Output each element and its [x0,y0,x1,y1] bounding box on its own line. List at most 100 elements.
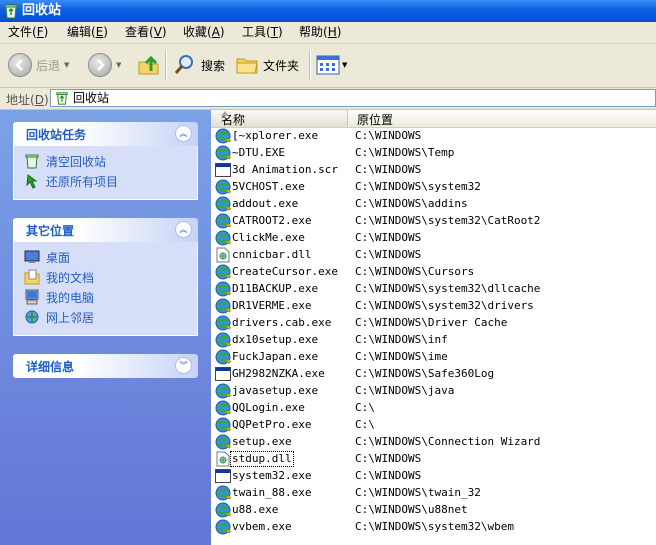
details-header[interactable]: 详细信息 ︾ [13,354,198,378]
file-original-location: C:\WINDOWS [355,469,422,482]
file-list[interactable]: 名称 原位置 [~xplorer.exe C:\WINDOWS ~DTU.EXE C:… [211,110,656,545]
collapse-chevron-icon[interactable]: ︽ [175,125,192,142]
forward-button[interactable]: ▼ [88,50,121,80]
other-places-header[interactable]: 其它位置 ︽ [13,218,198,242]
file-row[interactable]: setup.exe C:\WINDOWS\Connection Wizard [211,434,656,451]
address-label: 地址(D) [6,93,49,107]
menu-edit[interactable]: 编辑(E) [67,25,108,40]
exe-globe-icon [215,196,232,212]
back-button[interactable]: 后退 ▼ [8,50,69,80]
toolbar-separator [309,50,311,80]
network-places-link[interactable]: 网上邻居 [14,307,197,327]
address-value: 回收站 [73,91,110,105]
file-original-location: C:\WINDOWS\Cursors [355,265,475,278]
restore-icon [26,174,38,189]
exe-globe-icon [215,315,232,331]
file-name: FuckJapan.exe [232,350,319,363]
file-original-location: C:\WINDOWS\system32\dllcache [355,282,541,295]
menu-tools[interactable]: 工具(T) [242,25,283,40]
location-column-header[interactable]: 原位置 [357,111,393,128]
exe-globe-icon [215,502,232,518]
my-documents-icon [24,269,40,285]
desktop-link[interactable]: 桌面 [14,247,197,267]
file-original-location: C:\WINDOWS\Safe360Log [355,367,495,380]
file-row[interactable]: FuckJapan.exe C:\WINDOWS\ime [211,349,656,366]
file-row[interactable]: dx10setup.exe C:\WINDOWS\inf [211,332,656,349]
file-row[interactable]: GH2982NZKA.exe C:\WINDOWS\Safe360Log [211,366,656,383]
file-row[interactable]: ~DTU.EXE C:\WINDOWS\Temp [211,145,656,162]
exe-globe-icon [215,264,232,280]
file-row[interactable]: cnnicbar.dll C:\WINDOWS [211,247,656,264]
dll-file-icon [215,451,231,467]
file-original-location: C:\WINDOWS\system32\wbem [355,520,514,533]
menu-view[interactable]: 查看(V) [125,25,167,40]
search-button[interactable]: 搜索 [173,50,225,80]
empty-recycle-bin-link[interactable]: 清空回收站 [14,151,197,171]
toolbar: 后退 ▼ ▼ 搜索 文件夹 ▼ [0,44,656,88]
application-window-icon [215,366,231,382]
file-row[interactable]: system32.exe C:\WINDOWS [211,468,656,485]
recycle-bin-icon [25,154,39,169]
file-name: twain_88.exe [232,486,312,499]
file-row[interactable]: QQPetPro.exe C:\ [211,417,656,434]
file-name: drivers.cab.exe [232,316,332,329]
file-row[interactable]: stdup.dll C:\WINDOWS [211,451,656,468]
file-original-location: C:\WINDOWS\system32\CatRoot2 [355,214,541,227]
menu-file[interactable]: 文件(F) [8,25,48,40]
file-original-location: C:\WINDOWS [355,231,422,244]
file-row[interactable]: drivers.cab.exe C:\WINDOWS\Driver Cache [211,315,656,332]
file-row[interactable]: ClickMe.exe C:\WINDOWS [211,230,656,247]
up-folder-button[interactable] [137,50,161,80]
recycle-tasks-header[interactable]: 回收站任务 ︽ [13,122,198,146]
file-row[interactable]: [~xplorer.exe C:\WINDOWS [211,128,656,145]
file-name: 3d Animation.scr [232,163,338,176]
file-name: cnnicbar.dll [232,248,312,261]
file-row[interactable]: addout.exe C:\WINDOWS\addins [211,196,656,213]
expand-chevron-icon[interactable]: ︾ [175,357,192,374]
application-window-icon [215,162,231,178]
file-row[interactable]: CreateCursor.exe C:\WINDOWS\Cursors [211,264,656,281]
file-name: addout.exe [232,197,299,210]
exe-globe-icon [215,400,232,416]
chevron-down-icon: ▼ [342,61,348,69]
menu-help[interactable]: 帮助(H) [299,25,341,40]
folders-button[interactable]: 文件夹 [235,50,299,80]
menu-favorites[interactable]: 收藏(A) [183,25,225,40]
name-column-header[interactable]: 名称 [211,110,348,127]
address-bar: 地址(D) 回收站 [0,88,656,110]
my-computer-link[interactable]: 我的电脑 [14,287,197,307]
title-bar[interactable]: 回收站 [0,0,656,22]
other-places-panel: 其它位置 ︽ 桌面 我的文档 我的电脑 网上邻居 [13,218,198,336]
file-row[interactable]: u88.exe C:\WINDOWS\u88net [211,502,656,519]
back-arrow-icon [8,53,32,77]
file-row[interactable]: vvbem.exe C:\WINDOWS\system32\wbem [211,519,656,536]
file-row[interactable]: 3d Animation.scr C:\WINDOWS [211,162,656,179]
file-row[interactable]: javasetup.exe C:\WINDOWS\java [211,383,656,400]
file-row[interactable]: QQLogin.exe C:\ [211,400,656,417]
exe-globe-icon [215,281,232,297]
file-name: [~xplorer.exe [232,129,319,142]
chevron-down-icon: ▼ [116,61,122,69]
file-name: dx10setup.exe [232,333,319,346]
file-row[interactable]: D11BACKUP.exe C:\WINDOWS\system32\dllcach… [211,281,656,298]
exe-globe-icon [215,332,232,348]
file-rows: [~xplorer.exe C:\WINDOWS ~DTU.EXE C:\WINDOW… [211,128,656,536]
file-original-location: C:\ [355,401,375,414]
recycle-bin-icon [56,92,68,105]
file-row[interactable]: CATROOT2.exe C:\WINDOWS\system32\CatRoot2 [211,213,656,230]
file-row[interactable]: twain_88.exe C:\WINDOWS\twain_32 [211,485,656,502]
up-folder-icon [138,55,159,75]
file-name: vvbem.exe [232,520,292,533]
my-documents-link[interactable]: 我的文档 [14,267,197,287]
my-computer-icon [25,289,39,305]
file-row[interactable]: DR1VERME.exe C:\WINDOWS\system32\drivers [211,298,656,315]
application-window-icon [215,468,231,484]
collapse-chevron-icon[interactable]: ︽ [175,221,192,238]
file-name: system32.exe [232,469,312,482]
file-original-location: C:\WINDOWS\u88net [355,503,468,516]
restore-all-link[interactable]: 还原所有项目 [14,171,197,191]
file-row[interactable]: 5VCHOST.exe C:\WINDOWS\system32 [211,179,656,196]
file-name: CATROOT2.exe [232,214,312,227]
views-button[interactable]: ▼ [316,50,347,80]
address-input[interactable]: 回收站 [50,89,656,107]
